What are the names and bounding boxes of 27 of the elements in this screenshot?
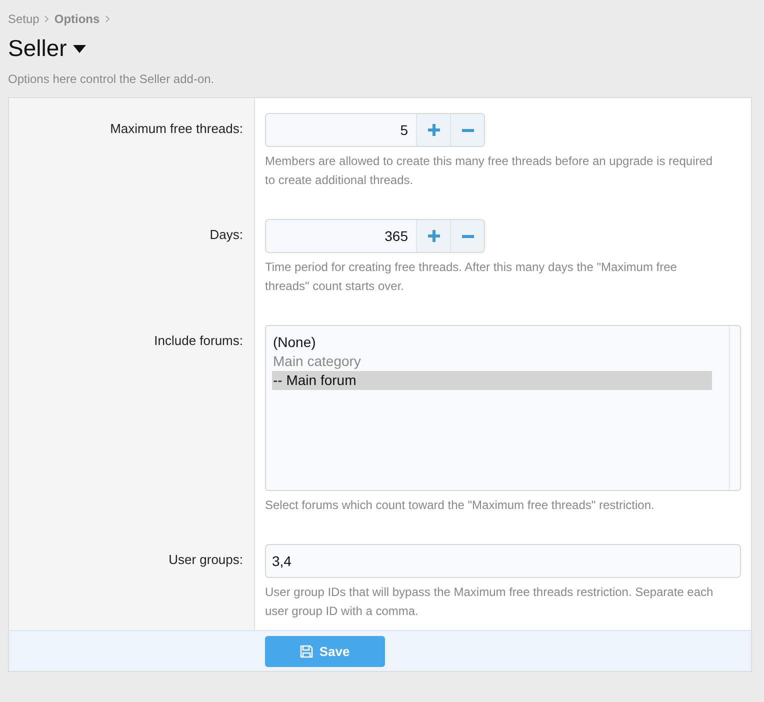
field-label: Maximum free threads: xyxy=(110,121,243,136)
field-label: Include forums: xyxy=(154,333,243,348)
forum-option[interactable]: -- Main forum xyxy=(272,371,712,390)
field-hint: Select forums which count toward the "Maximum free threads" restriction. xyxy=(265,497,656,514)
chevron-icon xyxy=(44,15,50,23)
forum-option[interactable]: (None) xyxy=(272,333,712,352)
decrement-button[interactable] xyxy=(450,220,484,252)
page-description: Options here control the Seller add-on. xyxy=(8,72,216,86)
field-hint: Members are allowed to create this many free threads before an upgrade is required to create additional threads. xyxy=(265,153,714,189)
field-hint: Time period for creating free threads. After this many days the "Maximum free threads" count starts over. xyxy=(265,259,678,295)
forum-option: Main category xyxy=(272,352,712,371)
chevron-icon xyxy=(104,15,110,23)
minus-icon xyxy=(462,128,474,132)
field-label: User groups: xyxy=(168,552,243,567)
page-title: Seller xyxy=(8,35,67,62)
number-field[interactable]: 365 xyxy=(265,219,485,253)
number-field[interactable]: 5 xyxy=(265,113,485,147)
input-field[interactable]: 3,4 xyxy=(265,544,741,578)
dropdown-caret-icon xyxy=(72,44,86,52)
plus-icon xyxy=(428,124,440,136)
field-label: Days: xyxy=(210,227,243,242)
increment-button[interactable] xyxy=(416,114,450,146)
minus-icon xyxy=(462,234,474,238)
field-hint: User group IDs that will bypass the Maximum free threads restriction. Separate each user group ID with a comma. xyxy=(265,584,714,620)
plus-icon xyxy=(428,230,440,242)
decrement-button[interactable] xyxy=(450,114,484,146)
increment-button[interactable] xyxy=(416,220,450,252)
